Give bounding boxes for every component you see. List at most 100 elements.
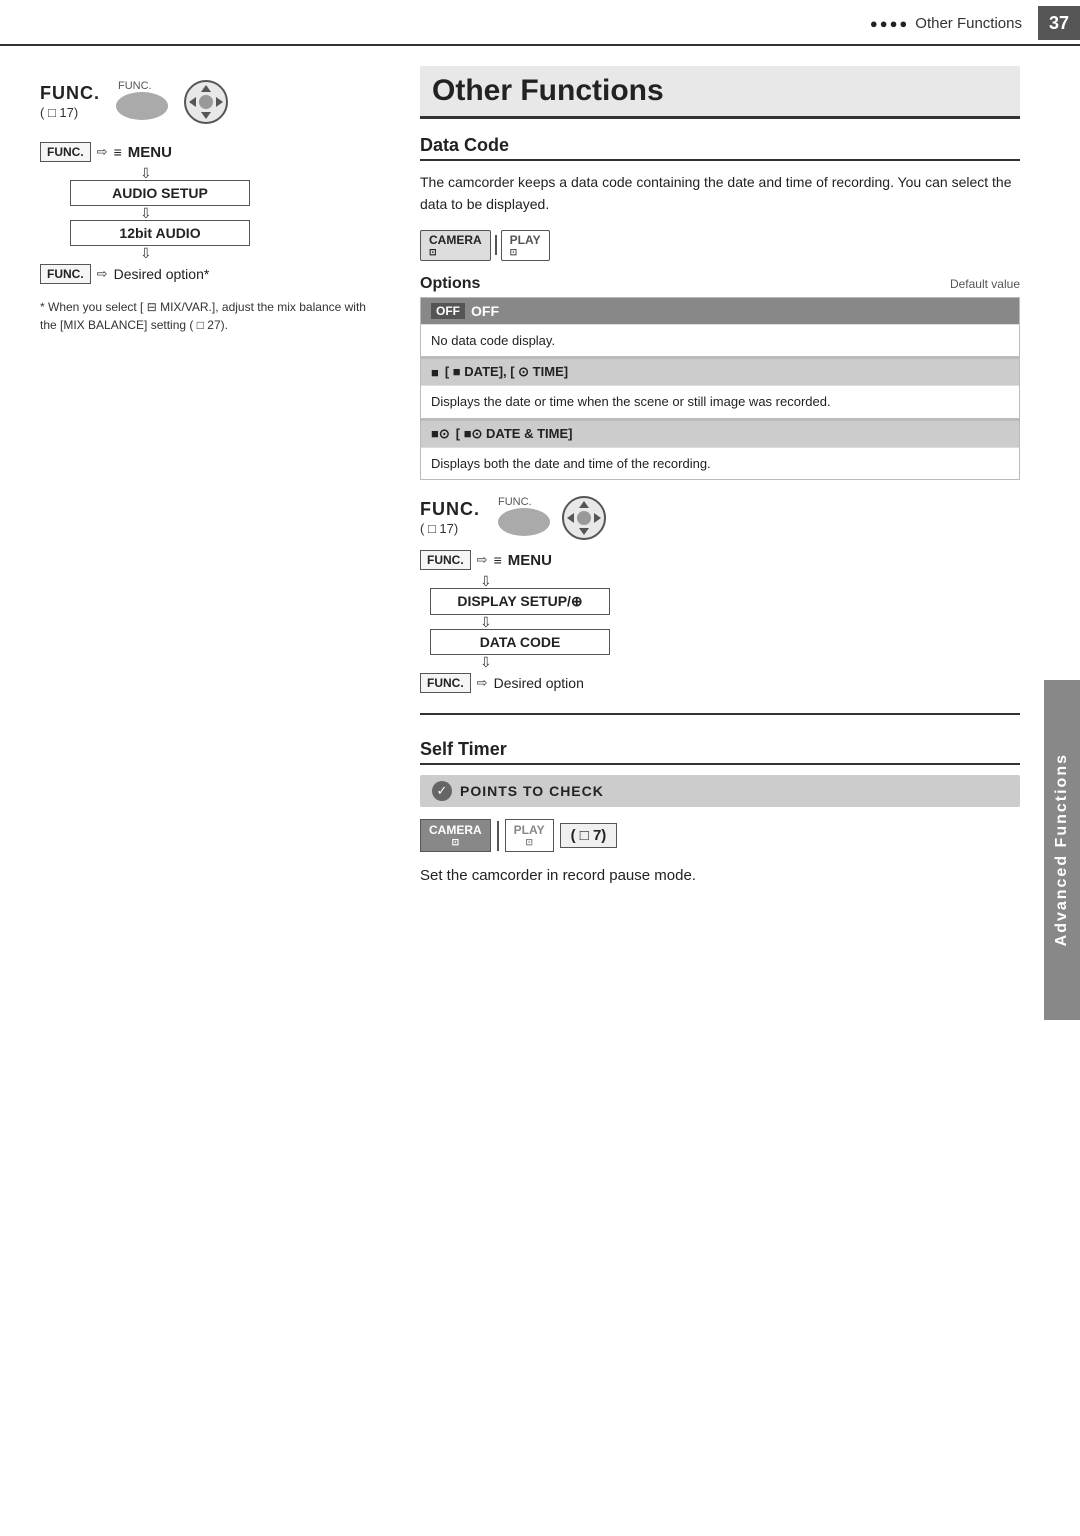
play-badge-self-timer: PLAY ⊡ <box>505 819 554 852</box>
option-body-date-and-time: Displays both the date and time of the r… <box>421 447 1019 480</box>
func2-label-small: FUNC. <box>498 496 550 540</box>
option-row-off: OFF OFF No data code display. <box>420 297 1020 358</box>
badge-sep <box>497 821 499 851</box>
flow-down-3: ⇩ <box>140 246 380 260</box>
points-to-check-text: POINTS TO CHECK <box>460 783 604 799</box>
menu-step3-label: Desired option* <box>114 266 210 282</box>
default-label: Default value <box>950 277 1020 291</box>
func-box-row: FUNC. ⇨ ≡ MENU <box>40 142 380 162</box>
dpad-center-right <box>577 511 591 525</box>
data-code-body: The camcorder keeps a data code containi… <box>420 171 1020 216</box>
menu-step1-box: AUDIO SETUP <box>70 180 380 206</box>
func-box-row2: FUNC. ⇨ Desired option* <box>40 264 380 284</box>
camera-play-row: CAMERA ⊡ PLAY ⊡ ( □ 7) <box>420 819 1020 852</box>
option-row-date-time: ■ [ ■ DATE], [ ⊙ TIME] Displays the date… <box>420 357 1020 419</box>
data-code-title: Data Code <box>420 135 1020 161</box>
menu-step2-box: 12bit AUDIO <box>70 220 380 246</box>
func2-title-group: FUNC. ( □ 17) <box>420 499 480 537</box>
dpad-right-arrow <box>216 97 223 107</box>
dpad-up-right <box>579 501 589 508</box>
camera-badge: CAMERA ⊡ <box>420 230 491 261</box>
dpad-right-right <box>594 513 601 523</box>
option-body-off: No data code display. <box>421 324 1019 357</box>
date-and-time-icon: ■⊙ <box>431 426 450 442</box>
dpad-circle-right <box>562 496 606 540</box>
menu-icon-right2: ≡ <box>494 552 502 568</box>
top-header: ●●●● Other Functions 37 <box>0 0 1080 46</box>
mode-badges: CAMERA ⊡ PLAY ⊡ <box>420 230 1020 261</box>
dpad-center <box>199 95 213 109</box>
option-subheader-date-time: ■ [ ■ DATE], [ ⊙ TIME] <box>421 358 1019 385</box>
menu-step2-label: 12bit AUDIO <box>70 220 250 246</box>
page-number: 37 <box>1038 6 1080 40</box>
off-icon: OFF <box>431 303 465 319</box>
self-timer-section: Self Timer ✓ POINTS TO CHECK CAMERA ⊡ PL… <box>420 739 1020 888</box>
self-timer-ref: ( □ 7) <box>560 823 618 848</box>
dpad-circle <box>184 80 228 124</box>
func-ref-left: ( □ 17) <box>40 105 78 120</box>
arrow-right-left: ⇨ <box>97 144 108 160</box>
menu-label-left: MENU <box>128 144 172 161</box>
func-key-left: FUNC. <box>40 142 91 162</box>
arrow-right-left2: ⇨ <box>97 266 108 282</box>
points-banner: ✓ POINTS TO CHECK <box>420 775 1020 807</box>
func2-box-row2: FUNC. ⇨ Desired option <box>420 673 1020 693</box>
self-timer-title: Self Timer <box>420 739 1020 765</box>
camera-badge-self-timer: CAMERA ⊡ <box>420 819 491 852</box>
flow-down-r1: ⇩ <box>480 574 1020 588</box>
func-label-small-left: FUNC. <box>118 80 168 92</box>
date-time-label: [ ■ DATE], [ ⊙ TIME] <box>445 364 568 380</box>
play-badge-text: PLAY <box>514 823 545 837</box>
dpad-down-right <box>579 528 589 535</box>
menu-step2-label-r: DATA CODE <box>430 629 610 655</box>
left-column: FUNC. ( □ 17) FUNC. <box>0 46 400 1536</box>
dpad-right[interactable] <box>562 496 606 540</box>
header-dots: ●●●● <box>870 16 909 31</box>
option-row-date-and-time: ■⊙ [ ■⊙ DATE & TIME] Displays both the d… <box>420 419 1020 481</box>
separator-line <box>420 713 1020 715</box>
func-title-left: FUNC. <box>40 83 100 103</box>
off-label: OFF <box>471 303 499 319</box>
oval-button-right[interactable] <box>498 508 550 536</box>
func2-box-row: FUNC. ⇨ ≡ MENU <box>420 550 1020 570</box>
menu-icon-left: ≡ <box>114 144 122 160</box>
func2-ref: ( □ 17) <box>420 521 458 536</box>
play-badge-sub: ⊡ <box>525 837 533 848</box>
arrow-right2: ⇨ <box>477 552 488 568</box>
func2-icons: FUNC. <box>498 496 606 540</box>
oval-button-left[interactable] <box>116 92 168 120</box>
dpad-up-arrow <box>201 85 211 92</box>
menu-flow-left: FUNC. ⇨ ≡ MENU ⇩ AUDIO SETUP ⇩ 12bit AUD… <box>40 142 380 284</box>
play-badge: PLAY ⊡ <box>501 230 550 261</box>
func-section2-right: FUNC. ( □ 17) FUNC. <box>420 496 1020 693</box>
func-key-left2: FUNC. <box>40 264 91 284</box>
func2-title: FUNC. <box>420 499 480 519</box>
data-code-section: Data Code The camcorder keeps a data cod… <box>420 135 1020 480</box>
options-label: Options <box>420 275 480 293</box>
menu-step1-box-r: DISPLAY SETUP/⊕ <box>430 588 1020 615</box>
dpad-left[interactable] <box>184 80 228 124</box>
page-main-title: Other Functions <box>420 66 1020 119</box>
dpad-left-right <box>567 513 574 523</box>
camera-badge-text: CAMERA <box>429 823 482 837</box>
date-time-icon: ■ <box>431 365 439 380</box>
flow-down-r3: ⇩ <box>480 655 1020 669</box>
side-label-text: Advanced Functions <box>1053 753 1071 946</box>
side-label: Advanced Functions <box>1044 680 1080 1020</box>
flow-down-1: ⇩ <box>140 166 380 180</box>
flow-down-r2: ⇩ <box>480 615 1020 629</box>
menu-label-right2: MENU <box>508 552 552 569</box>
dpad-left-arrow <box>189 97 196 107</box>
main-layout: FUNC. ( □ 17) FUNC. <box>0 46 1080 1536</box>
header-title: Other Functions <box>915 15 1022 32</box>
check-icon: ✓ <box>432 781 452 801</box>
self-timer-body: Set the camcorder in record pause mode. <box>420 864 1020 888</box>
menu-step1-label-r: DISPLAY SETUP/⊕ <box>430 588 610 615</box>
dpad-down-arrow <box>201 112 211 119</box>
menu-step3-label-r: Desired option <box>494 675 584 691</box>
menu-step2-box-r: DATA CODE <box>430 629 1020 655</box>
func-section-left: FUNC. ( □ 17) FUNC. <box>40 80 380 124</box>
func2-key2: FUNC. <box>420 673 471 693</box>
date-and-time-label: [ ■⊙ DATE & TIME] <box>456 426 573 442</box>
flow-down-2: ⇩ <box>140 206 380 220</box>
